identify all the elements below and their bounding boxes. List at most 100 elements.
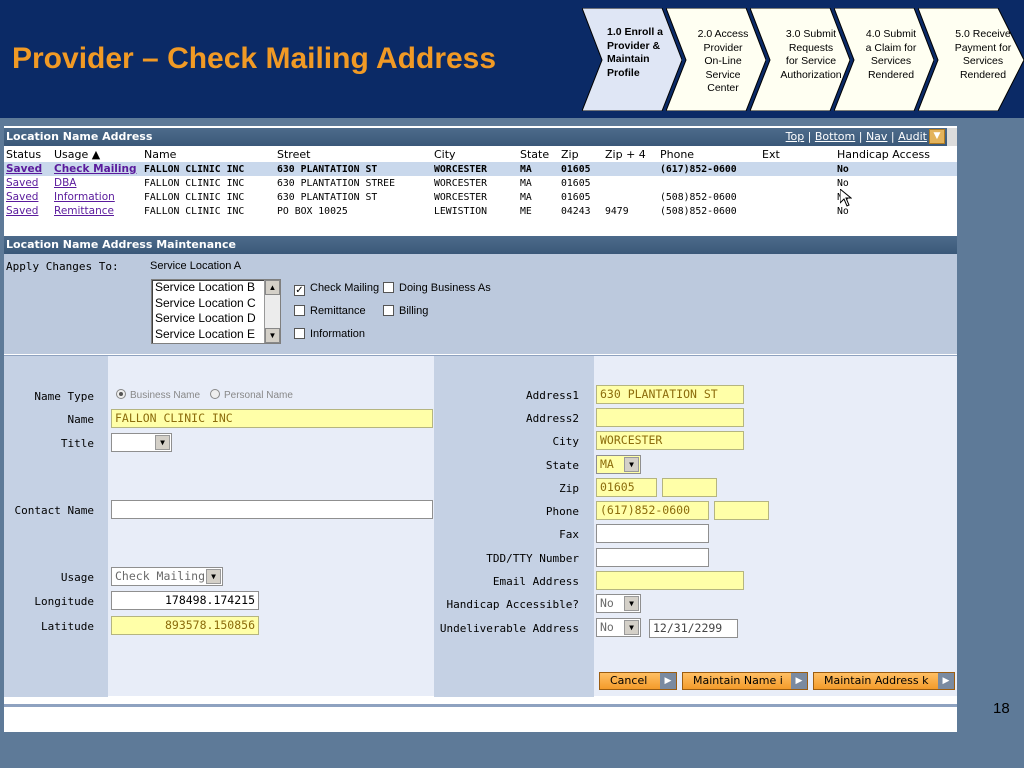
- city-input[interactable]: WORCESTER: [596, 431, 744, 450]
- chevron-right-icon: ▶: [791, 673, 807, 689]
- table-row[interactable]: Saved DBA FALLON CLINIC INC 630 PLANTATION …: [4, 176, 957, 190]
- chevron-down-icon[interactable]: ▼: [206, 569, 221, 584]
- col-city[interactable]: City: [432, 146, 518, 162]
- col-status[interactable]: Status: [4, 146, 52, 162]
- chevron-down-icon[interactable]: ▼: [624, 596, 639, 611]
- col-name[interactable]: Name: [142, 146, 275, 162]
- checkmark-icon[interactable]: ✓: [294, 285, 305, 296]
- col-street[interactable]: Street: [275, 146, 432, 162]
- zip-input[interactable]: 01605: [596, 478, 657, 497]
- zip4-input[interactable]: [662, 478, 717, 497]
- maintain-address-button[interactable]: Maintain Address k ▶: [813, 672, 955, 690]
- checkbox-icon[interactable]: [294, 328, 305, 339]
- chevron-down-icon[interactable]: ▼: [624, 457, 639, 472]
- cell-handicap: No: [837, 205, 849, 217]
- scroll-up-icon[interactable]: ▲: [265, 280, 280, 295]
- cancel-button[interactable]: Cancel ▶: [599, 672, 677, 690]
- cell-zip: 01605: [561, 191, 591, 203]
- fax-input[interactable]: [596, 524, 709, 543]
- checkbox-icon[interactable]: [294, 305, 305, 316]
- process-steps: 1.0 Enroll a Provider & Maintain Profile…: [582, 8, 1024, 111]
- name-type-label: Name Type: [34, 390, 94, 403]
- zip-label: Zip: [559, 482, 579, 495]
- cell-usage[interactable]: Remittance: [52, 204, 142, 218]
- information-checkbox[interactable]: Information: [294, 328, 365, 340]
- phone-ext-input[interactable]: [714, 501, 769, 520]
- bottom-link[interactable]: Bottom: [815, 130, 855, 143]
- service-location-listbox[interactable]: Service Location B Service Location C Se…: [151, 279, 281, 344]
- col-phone[interactable]: Phone: [658, 146, 760, 162]
- remittance-checkbox[interactable]: Remittance: [294, 305, 366, 317]
- handicap-select[interactable]: No ▼: [596, 594, 641, 613]
- business-name-radio[interactable]: Business Name: [116, 389, 200, 401]
- address1-input[interactable]: 630 PLANTATION ST: [596, 385, 744, 404]
- list-item[interactable]: Service Location E: [152, 327, 280, 343]
- table-row[interactable]: Saved Information FALLON CLINIC INC 630 PLA…: [4, 190, 957, 204]
- undeliverable-label: Undeliverable Address: [439, 622, 579, 635]
- collapse-icon[interactable]: ▼: [929, 129, 945, 144]
- scroll-down-icon[interactable]: ▼: [265, 328, 280, 343]
- col-zip4[interactable]: Zip + 4: [603, 146, 658, 162]
- radio-icon[interactable]: [210, 389, 220, 399]
- usage-select[interactable]: Check Mailing ▼: [111, 567, 223, 586]
- right-label-column: [434, 356, 594, 697]
- checkbox-label: Billing: [399, 305, 429, 317]
- top-link[interactable]: Top: [786, 130, 805, 143]
- undeliverable-select[interactable]: No ▼: [596, 618, 641, 637]
- state-select[interactable]: MA ▼: [596, 455, 641, 474]
- select-value: MA: [600, 457, 614, 471]
- chevron-down-icon[interactable]: ▼: [624, 620, 639, 635]
- table-row[interactable]: Saved Check Mailing FALLON CLINIC INC 630 P…: [4, 162, 957, 176]
- cell-usage[interactable]: Check Mailing: [52, 162, 142, 176]
- list-item[interactable]: Service Location C: [152, 296, 280, 312]
- tdd-label: TDD/TTY Number: [486, 552, 579, 565]
- audit-link[interactable]: Audit: [898, 130, 927, 143]
- longitude-label: Longitude: [34, 595, 94, 608]
- latitude-input[interactable]: 893578.150856: [111, 616, 259, 635]
- col-ext[interactable]: Ext: [760, 146, 835, 162]
- cell-zip: 01605: [561, 177, 591, 189]
- col-zip[interactable]: Zip: [559, 146, 603, 162]
- doing-business-as-checkbox[interactable]: Doing Business As: [383, 282, 491, 294]
- step-label: 5.0 Receive Payment for Services Rendere…: [954, 28, 1012, 81]
- cell-status[interactable]: Saved: [4, 204, 52, 218]
- title-select[interactable]: ▼: [111, 433, 172, 452]
- cell-status[interactable]: Saved: [4, 176, 52, 190]
- left-label-column: [4, 356, 108, 697]
- phone-input[interactable]: (617)852-0600: [596, 501, 709, 520]
- maintain-name-button[interactable]: Maintain Name i ▶: [682, 672, 808, 690]
- chevron-down-icon[interactable]: ▼: [155, 435, 170, 450]
- list-item[interactable]: Service Location B: [152, 280, 280, 296]
- contact-name-input[interactable]: [111, 500, 433, 519]
- col-state[interactable]: State: [518, 146, 559, 162]
- billing-checkbox[interactable]: Billing: [383, 305, 428, 317]
- table-row[interactable]: Saved Remittance FALLON CLINIC INC PO BOX 1…: [4, 204, 957, 218]
- email-input[interactable]: [596, 571, 744, 590]
- cell-usage[interactable]: Information: [52, 190, 142, 204]
- checkbox-icon[interactable]: [383, 282, 394, 293]
- tdd-input[interactable]: [596, 548, 709, 567]
- cell-status[interactable]: Saved: [4, 162, 52, 176]
- list-item[interactable]: Service Location D: [152, 311, 280, 327]
- state-label: State: [545, 459, 579, 472]
- city-label: City: [552, 435, 580, 448]
- check-mailing-checkbox[interactable]: ✓ Check Mailing: [294, 282, 379, 296]
- radio-selected-icon[interactable]: [116, 389, 126, 399]
- col-usage[interactable]: Usage ▲: [52, 146, 142, 162]
- undeliverable-date-input[interactable]: 12/31/2299: [649, 619, 738, 638]
- col-handicap[interactable]: Handicap Access: [835, 146, 957, 162]
- select-value: No: [600, 620, 614, 634]
- address2-input[interactable]: [596, 408, 744, 427]
- checkbox-icon[interactable]: [383, 305, 394, 316]
- checkbox-label: Remittance: [310, 305, 366, 317]
- cell-state: ME: [520, 205, 532, 217]
- longitude-input[interactable]: 178498.174215: [111, 591, 259, 610]
- current-location: Service Location A: [150, 260, 242, 272]
- listbox-scrollbar[interactable]: ▲ ▼: [264, 280, 280, 343]
- name-input[interactable]: FALLON CLINIC INC: [111, 409, 433, 428]
- personal-name-radio[interactable]: Personal Name: [210, 389, 293, 401]
- scrollbar[interactable]: [947, 128, 957, 146]
- cell-status[interactable]: Saved: [4, 190, 52, 204]
- nav-link[interactable]: Nav: [866, 130, 887, 143]
- cell-usage[interactable]: DBA: [52, 176, 142, 190]
